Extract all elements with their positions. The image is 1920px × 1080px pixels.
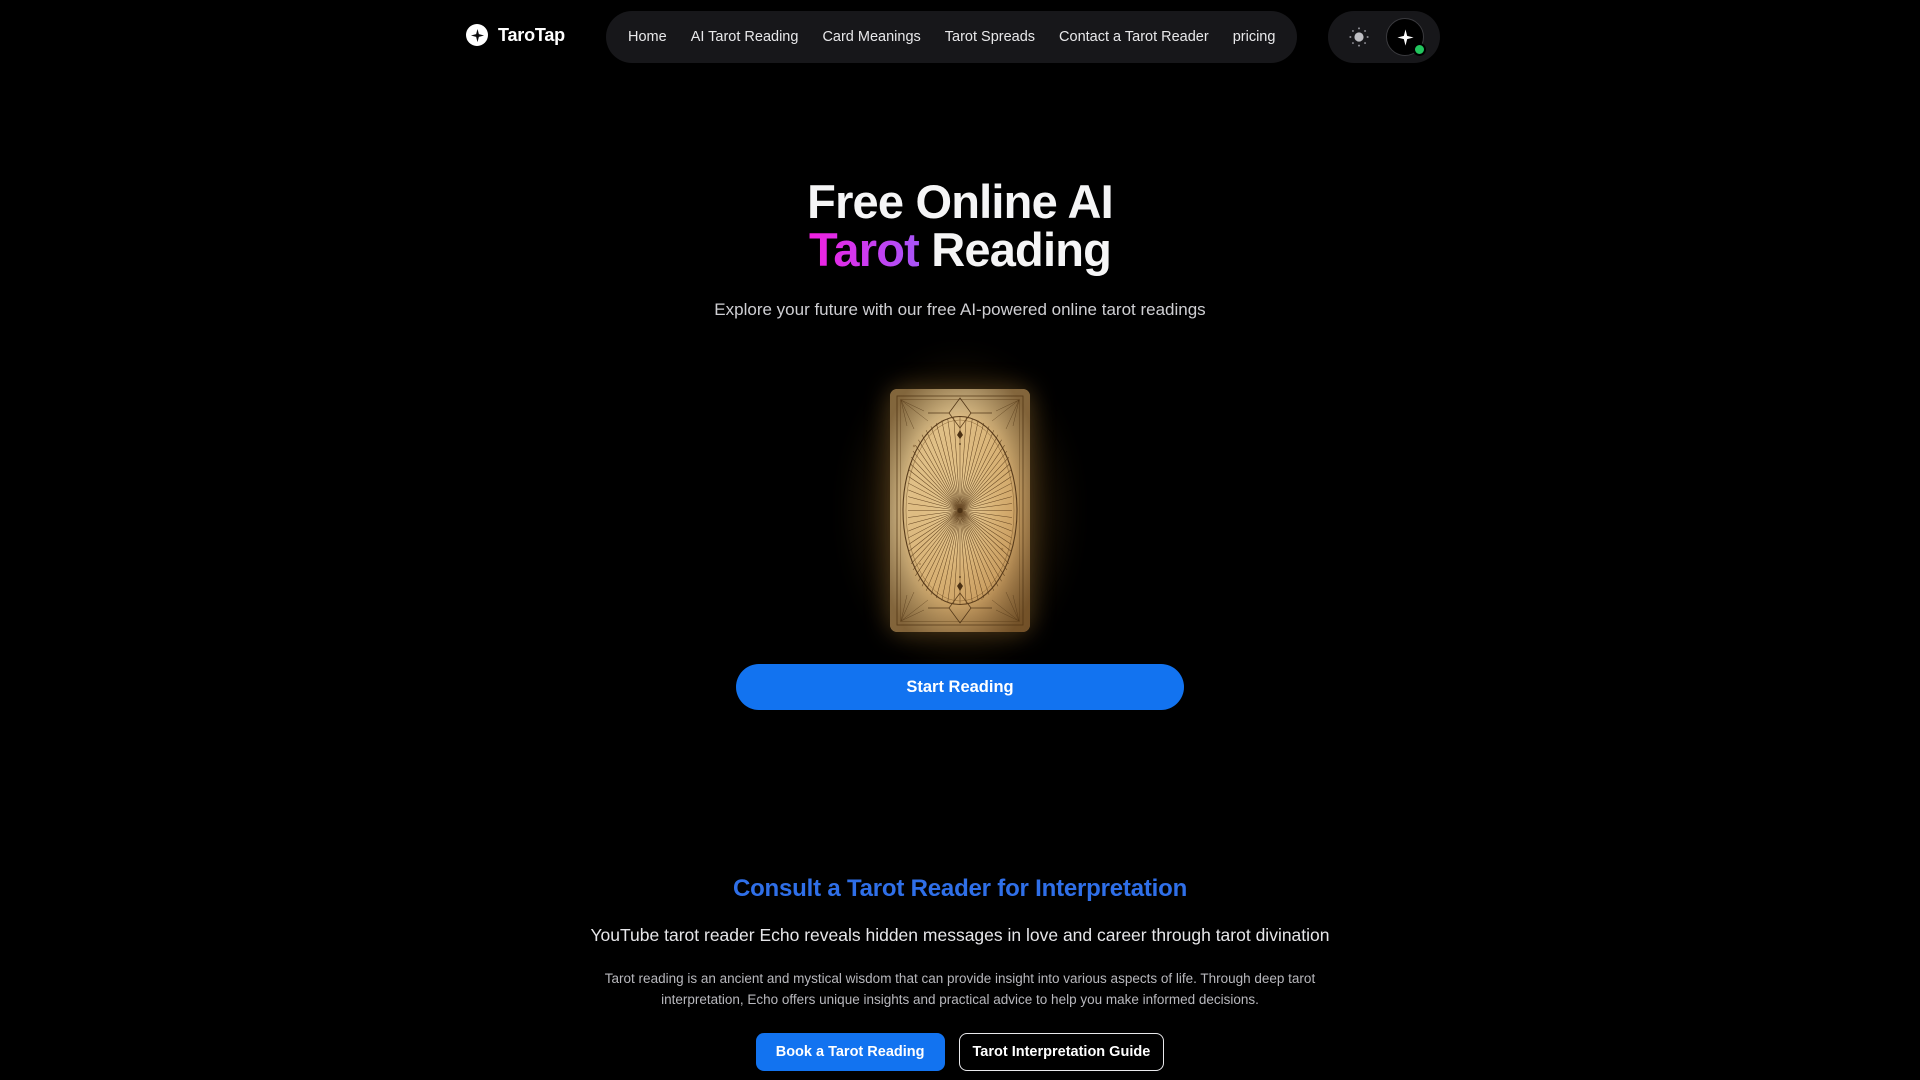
consult-section: Consult a Tarot Reader for Interpretatio… [0, 874, 1920, 1071]
ai-assistant-button[interactable] [1386, 18, 1426, 56]
start-reading-button[interactable]: Start Reading [736, 664, 1184, 710]
site-header: TaroTap Home AI Tarot Reading Card Meani… [0, 0, 1920, 78]
sun-icon[interactable] [1346, 24, 1372, 50]
four-point-star-icon [466, 24, 488, 46]
nav-item-tarot-spreads[interactable]: Tarot Spreads [945, 30, 1035, 45]
status-badge-online [1413, 43, 1426, 56]
hero-title-line-2-rest: Reading [918, 223, 1112, 276]
nav-item-card-meanings[interactable]: Card Meanings [822, 30, 920, 45]
book-a-tarot-reading-button[interactable]: Book a Tarot Reading [755, 1033, 945, 1071]
hero-title-accent-word: Tarot [808, 223, 920, 276]
tarot-card-back[interactable] [845, 350, 1075, 671]
nav-item-ai-tarot-reading[interactable]: AI Tarot Reading [691, 30, 799, 45]
hero-title-line-1: Free Online AI [807, 175, 1113, 228]
nav-item-home[interactable]: Home [628, 30, 667, 45]
tarot-interpretation-guide-button[interactable]: Tarot Interpretation Guide [958, 1033, 1165, 1071]
consult-body-text: Tarot reading is an ancient and mystical… [604, 971, 1316, 1007]
header-actions [1328, 11, 1440, 63]
hero-subtitle: Explore your future with our free AI-pow… [714, 300, 1206, 319]
brand-name: TaroTap [498, 24, 565, 45]
page-title: Free Online AI Tarot Reading [0, 178, 1920, 274]
sparkle-icon [1396, 28, 1414, 46]
card-face [890, 389, 1030, 632]
consult-actions: Book a Tarot Reading Tarot Interpretatio… [0, 1033, 1920, 1071]
nav-item-contact-a-tarot-reader[interactable]: Contact a Tarot Reader [1059, 30, 1209, 45]
consult-title: Consult a Tarot Reader for Interpretatio… [732, 875, 1188, 902]
nav-item-pricing[interactable]: pricing [1233, 30, 1276, 45]
brand-logo[interactable]: TaroTap [466, 24, 565, 46]
primary-navigation: Home AI Tarot Reading Card Meanings Taro… [606, 11, 1298, 63]
consult-lead-text: YouTube tarot reader Echo reveals hidden… [590, 925, 1330, 945]
